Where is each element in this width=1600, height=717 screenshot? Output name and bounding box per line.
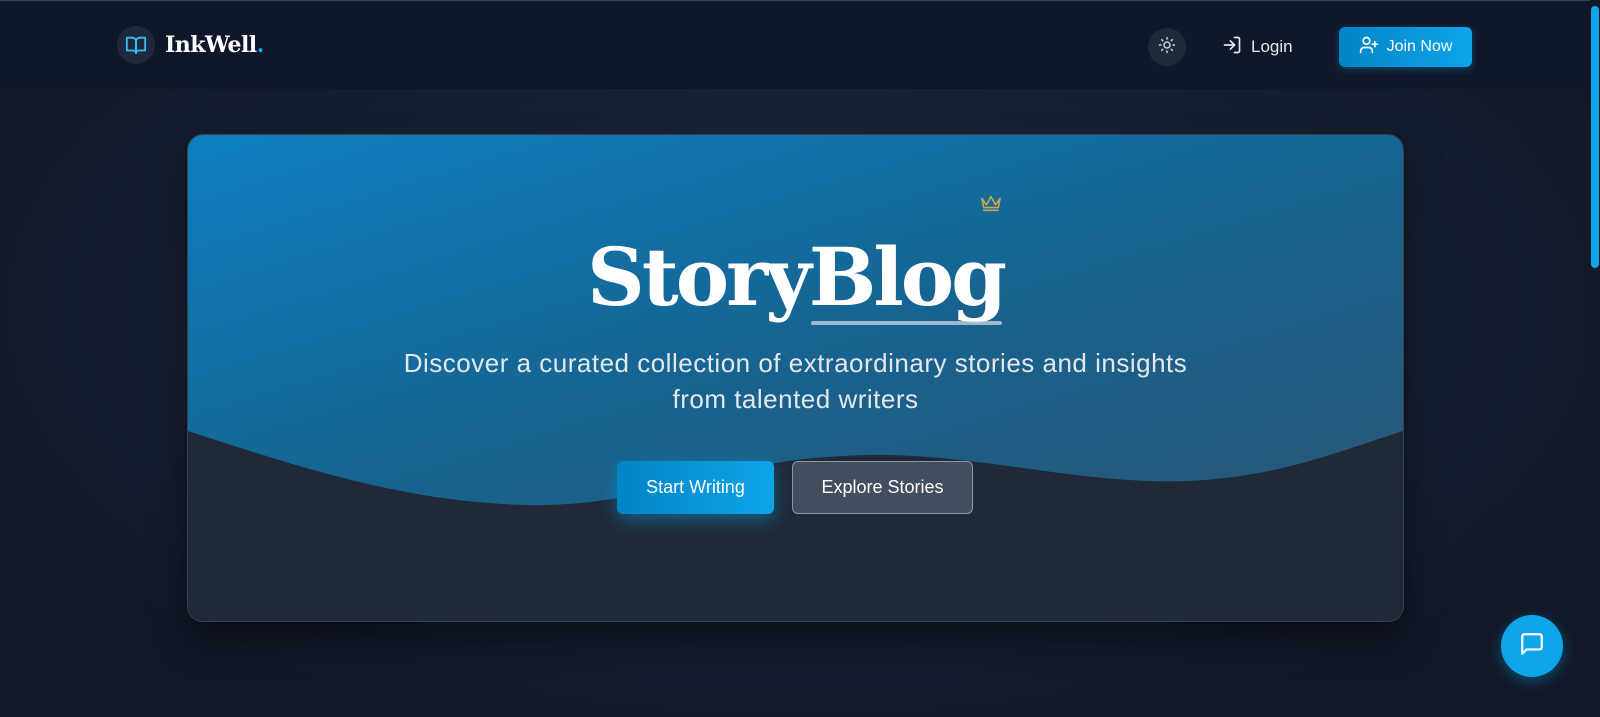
hero-subtitle: Discover a curated collection of extraor… bbox=[403, 348, 1188, 414]
brand-name: InkWell. bbox=[165, 32, 264, 58]
hero-card: StoryBlog Discover a curated collection … bbox=[187, 134, 1404, 622]
brand-logo[interactable]: InkWell. bbox=[117, 26, 264, 64]
hero-title: StoryBlog bbox=[188, 227, 1403, 327]
login-button[interactable]: Login bbox=[1222, 31, 1293, 63]
chat-button[interactable] bbox=[1501, 615, 1563, 677]
scrollbar-thumb[interactable] bbox=[1591, 6, 1599, 268]
hero-title-part2: Blog bbox=[809, 227, 1007, 327]
hero-title-part1: Story bbox=[586, 230, 812, 324]
sun-icon bbox=[1158, 36, 1176, 59]
user-plus-icon bbox=[1359, 35, 1379, 60]
crown-icon bbox=[980, 193, 1002, 218]
theme-toggle-button[interactable] bbox=[1148, 28, 1186, 66]
book-open-icon bbox=[117, 26, 155, 64]
login-label: Login bbox=[1251, 37, 1293, 56]
explore-stories-button[interactable]: Explore Stories bbox=[792, 461, 973, 514]
brand-dot: . bbox=[256, 32, 265, 58]
navbar: InkWell. Login Join Now bbox=[0, 1, 1600, 89]
log-in-icon bbox=[1222, 35, 1242, 60]
message-square-icon bbox=[1519, 631, 1545, 662]
join-now-label: Join Now bbox=[1386, 38, 1453, 55]
start-writing-button[interactable]: Start Writing bbox=[617, 461, 774, 514]
join-now-button[interactable]: Join Now bbox=[1339, 27, 1472, 67]
